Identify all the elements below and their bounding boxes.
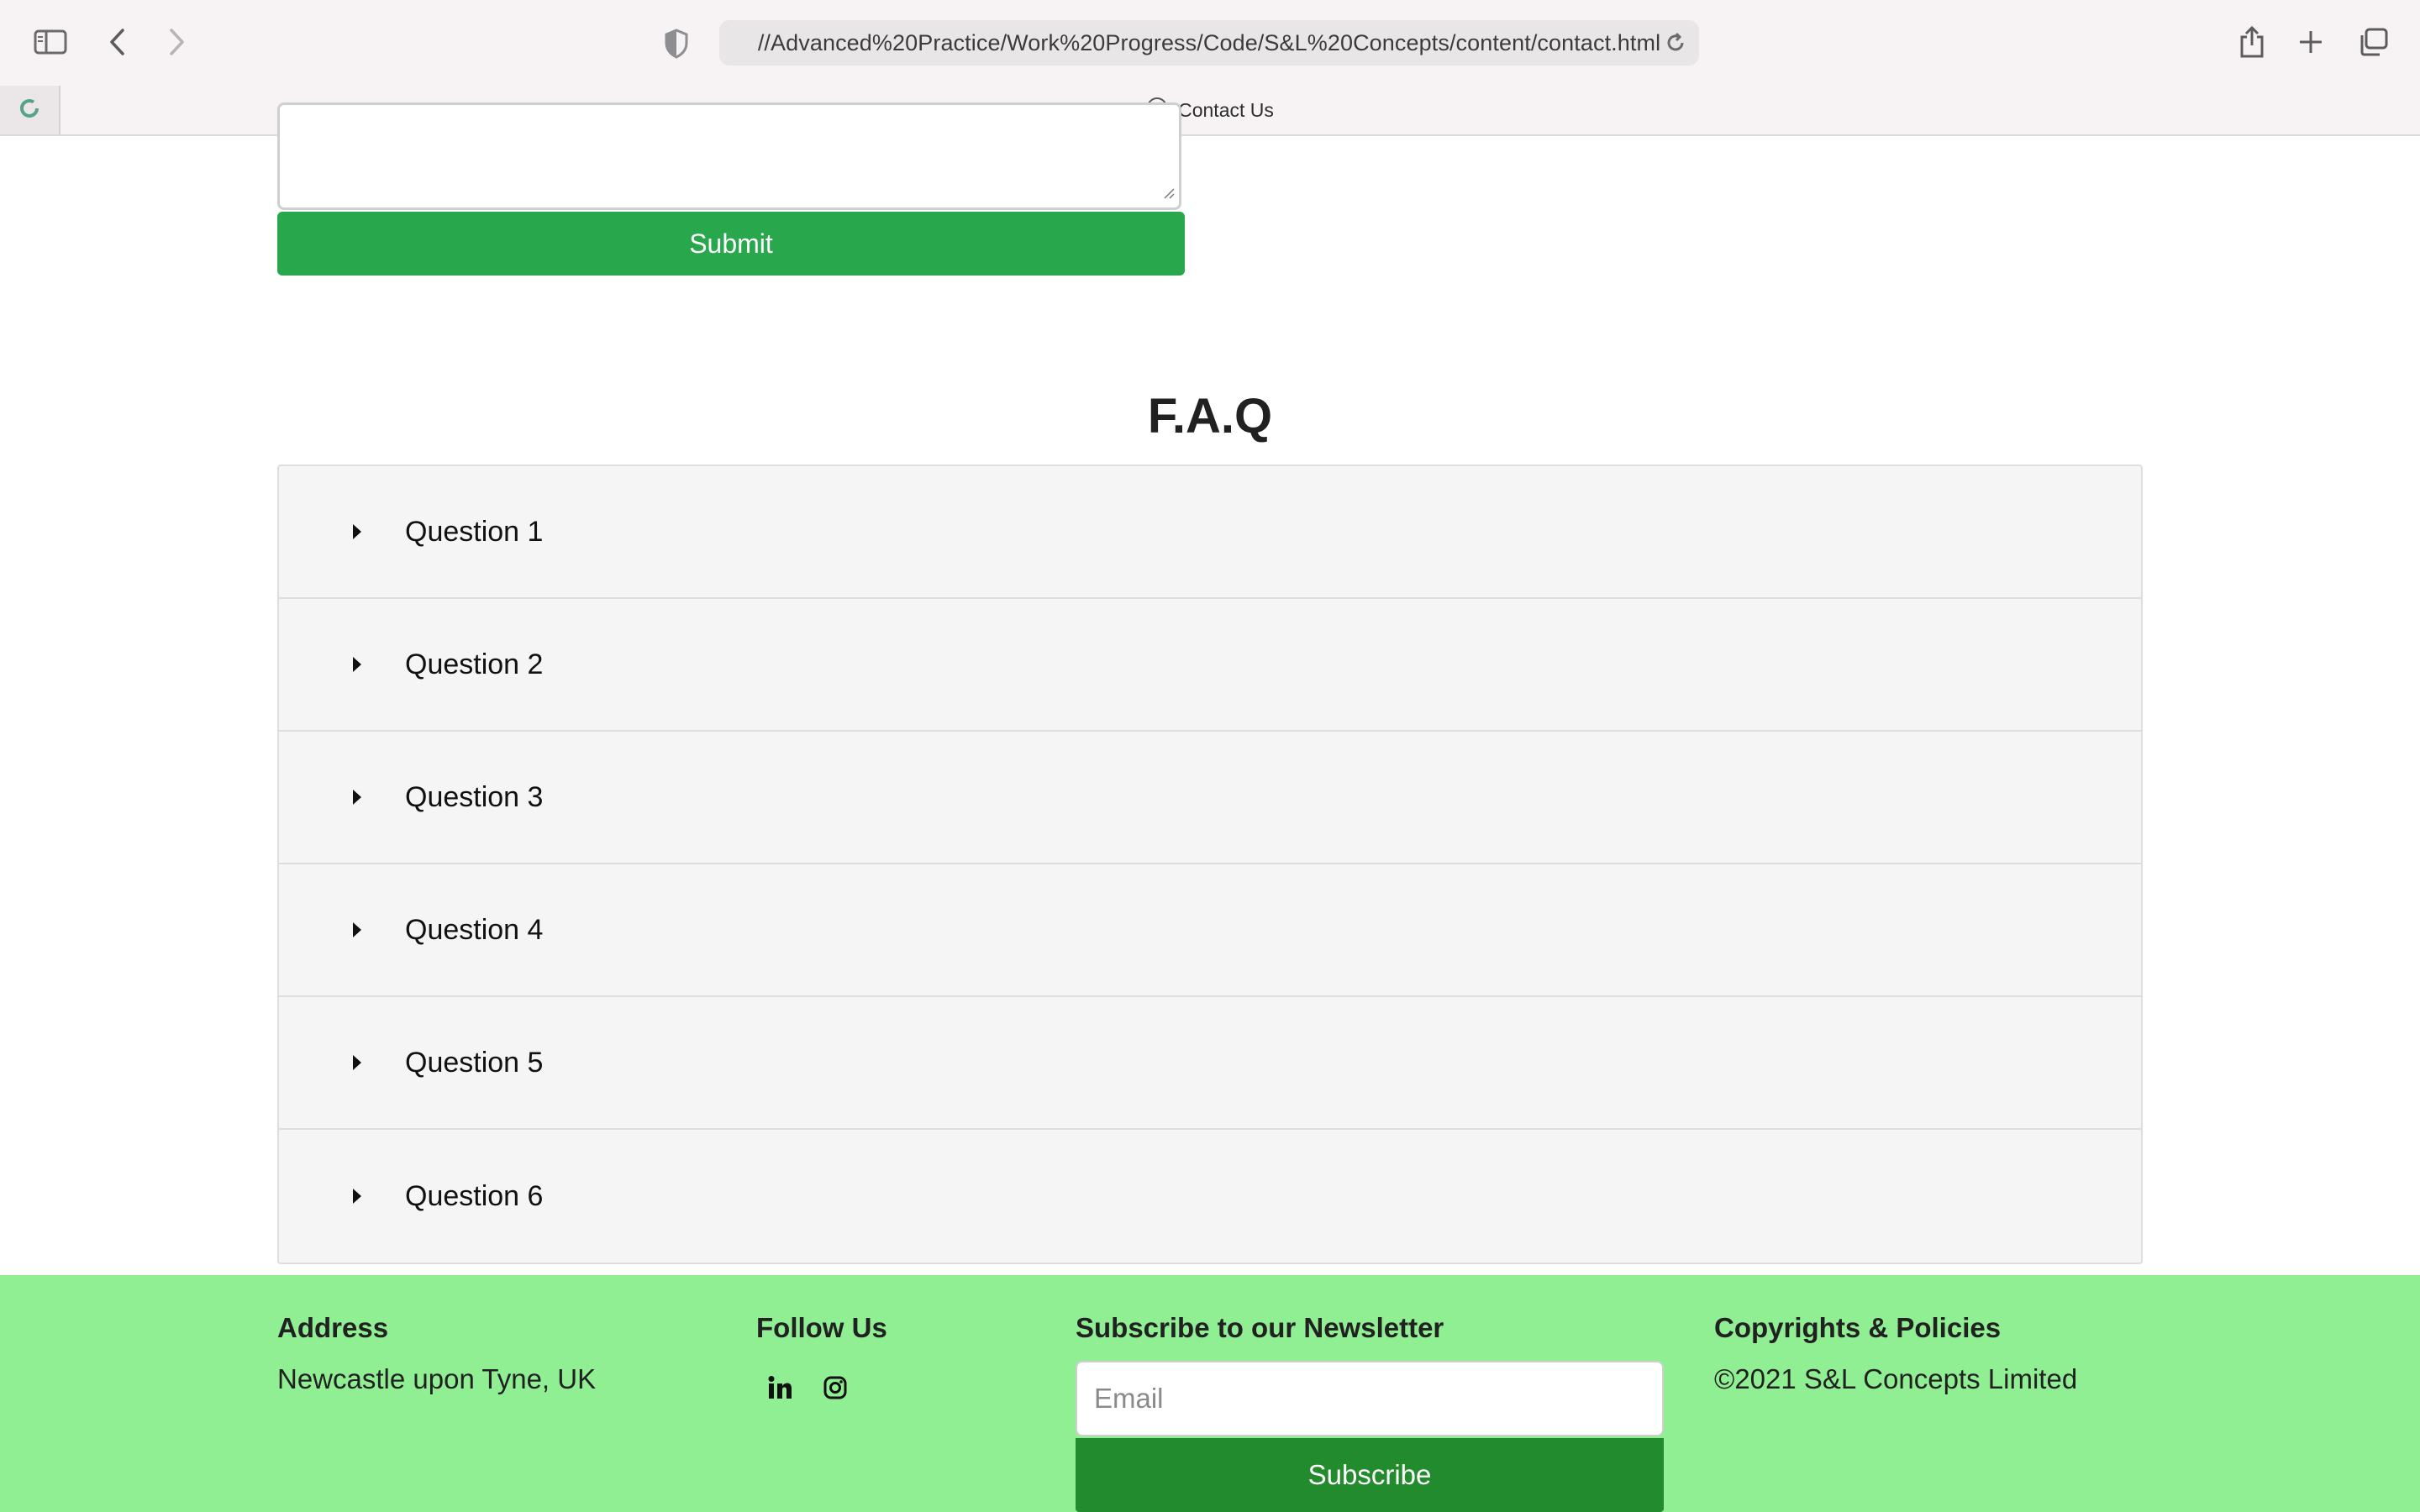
browser-toolbar: //Advanced%20Practice/Work%20Progress/Co…: [0, 0, 2420, 86]
disclosure-triangle-icon[interactable]: [351, 788, 375, 806]
address-heading: Address: [277, 1312, 389, 1343]
new-tab-icon[interactable]: [2287, 18, 2334, 66]
faq-question[interactable]: Question 4: [405, 914, 543, 947]
message-textarea[interactable]: [277, 102, 1181, 210]
copyright-text: ©2021 S&L Concepts Limited: [1714, 1363, 2078, 1394]
reload-icon[interactable]: [1664, 31, 1687, 59]
faq-item-6[interactable]: Question 6: [279, 1130, 2141, 1263]
back-icon[interactable]: [94, 18, 141, 66]
site-footer: Address Newcastle upon Tyne, UK Follow U…: [0, 1275, 2420, 1512]
faq-item-3[interactable]: Question 3: [279, 732, 2141, 864]
refresh-favicon-icon: [17, 96, 42, 125]
linkedin-icon[interactable]: [765, 1373, 795, 1403]
tab-title: Contact Us: [1178, 98, 1274, 121]
address-text: Newcastle upon Tyne, UK: [277, 1363, 597, 1394]
disclosure-triangle-icon[interactable]: [351, 522, 375, 541]
disclosure-triangle-icon[interactable]: [351, 1187, 375, 1205]
faq-question[interactable]: Question 2: [405, 648, 543, 681]
address-bar[interactable]: //Advanced%20Practice/Work%20Progress/Co…: [719, 20, 1699, 66]
newsletter-heading: Subscribe to our Newsletter: [1076, 1312, 1444, 1343]
disclosure-triangle-icon[interactable]: [351, 921, 375, 939]
faq-title: F.A.Q: [1147, 389, 1273, 444]
faq-list: Question 1 Question 2 Question 3 Questio…: [277, 465, 2143, 1264]
faq-question[interactable]: Question 3: [405, 781, 543, 814]
faq-item-4[interactable]: Question 4: [279, 864, 2141, 997]
faq-question[interactable]: Question 1: [405, 516, 543, 549]
tab-overview-icon[interactable]: [2349, 18, 2396, 66]
faq-item-2[interactable]: Question 2: [279, 599, 2141, 732]
share-icon[interactable]: [2228, 18, 2275, 66]
subscribe-button[interactable]: Subscribe: [1076, 1438, 1664, 1512]
sidebar-icon[interactable]: [27, 18, 74, 66]
faq-question[interactable]: Question 5: [405, 1047, 543, 1079]
disclosure-triangle-icon[interactable]: [351, 1053, 375, 1072]
forward-icon[interactable]: [153, 18, 200, 66]
pinned-tab[interactable]: [0, 86, 60, 134]
email-field[interactable]: [1076, 1361, 1664, 1436]
submit-button[interactable]: Submit: [277, 212, 1185, 276]
instagram-icon[interactable]: [820, 1373, 850, 1403]
faq-item-1[interactable]: Question 1: [279, 466, 2141, 599]
privacy-shield-icon[interactable]: [664, 29, 697, 59]
resize-grip-icon[interactable]: [1162, 186, 1176, 204]
faq-item-5[interactable]: Question 5: [279, 997, 2141, 1130]
follow-heading: Follow Us: [756, 1312, 887, 1343]
social-links: [765, 1373, 850, 1403]
url-text[interactable]: //Advanced%20Practice/Work%20Progress/Co…: [758, 30, 1660, 56]
copyright-heading: Copyrights & Policies: [1714, 1312, 2002, 1343]
disclosure-triangle-icon[interactable]: [351, 655, 375, 674]
faq-question[interactable]: Question 6: [405, 1180, 543, 1213]
